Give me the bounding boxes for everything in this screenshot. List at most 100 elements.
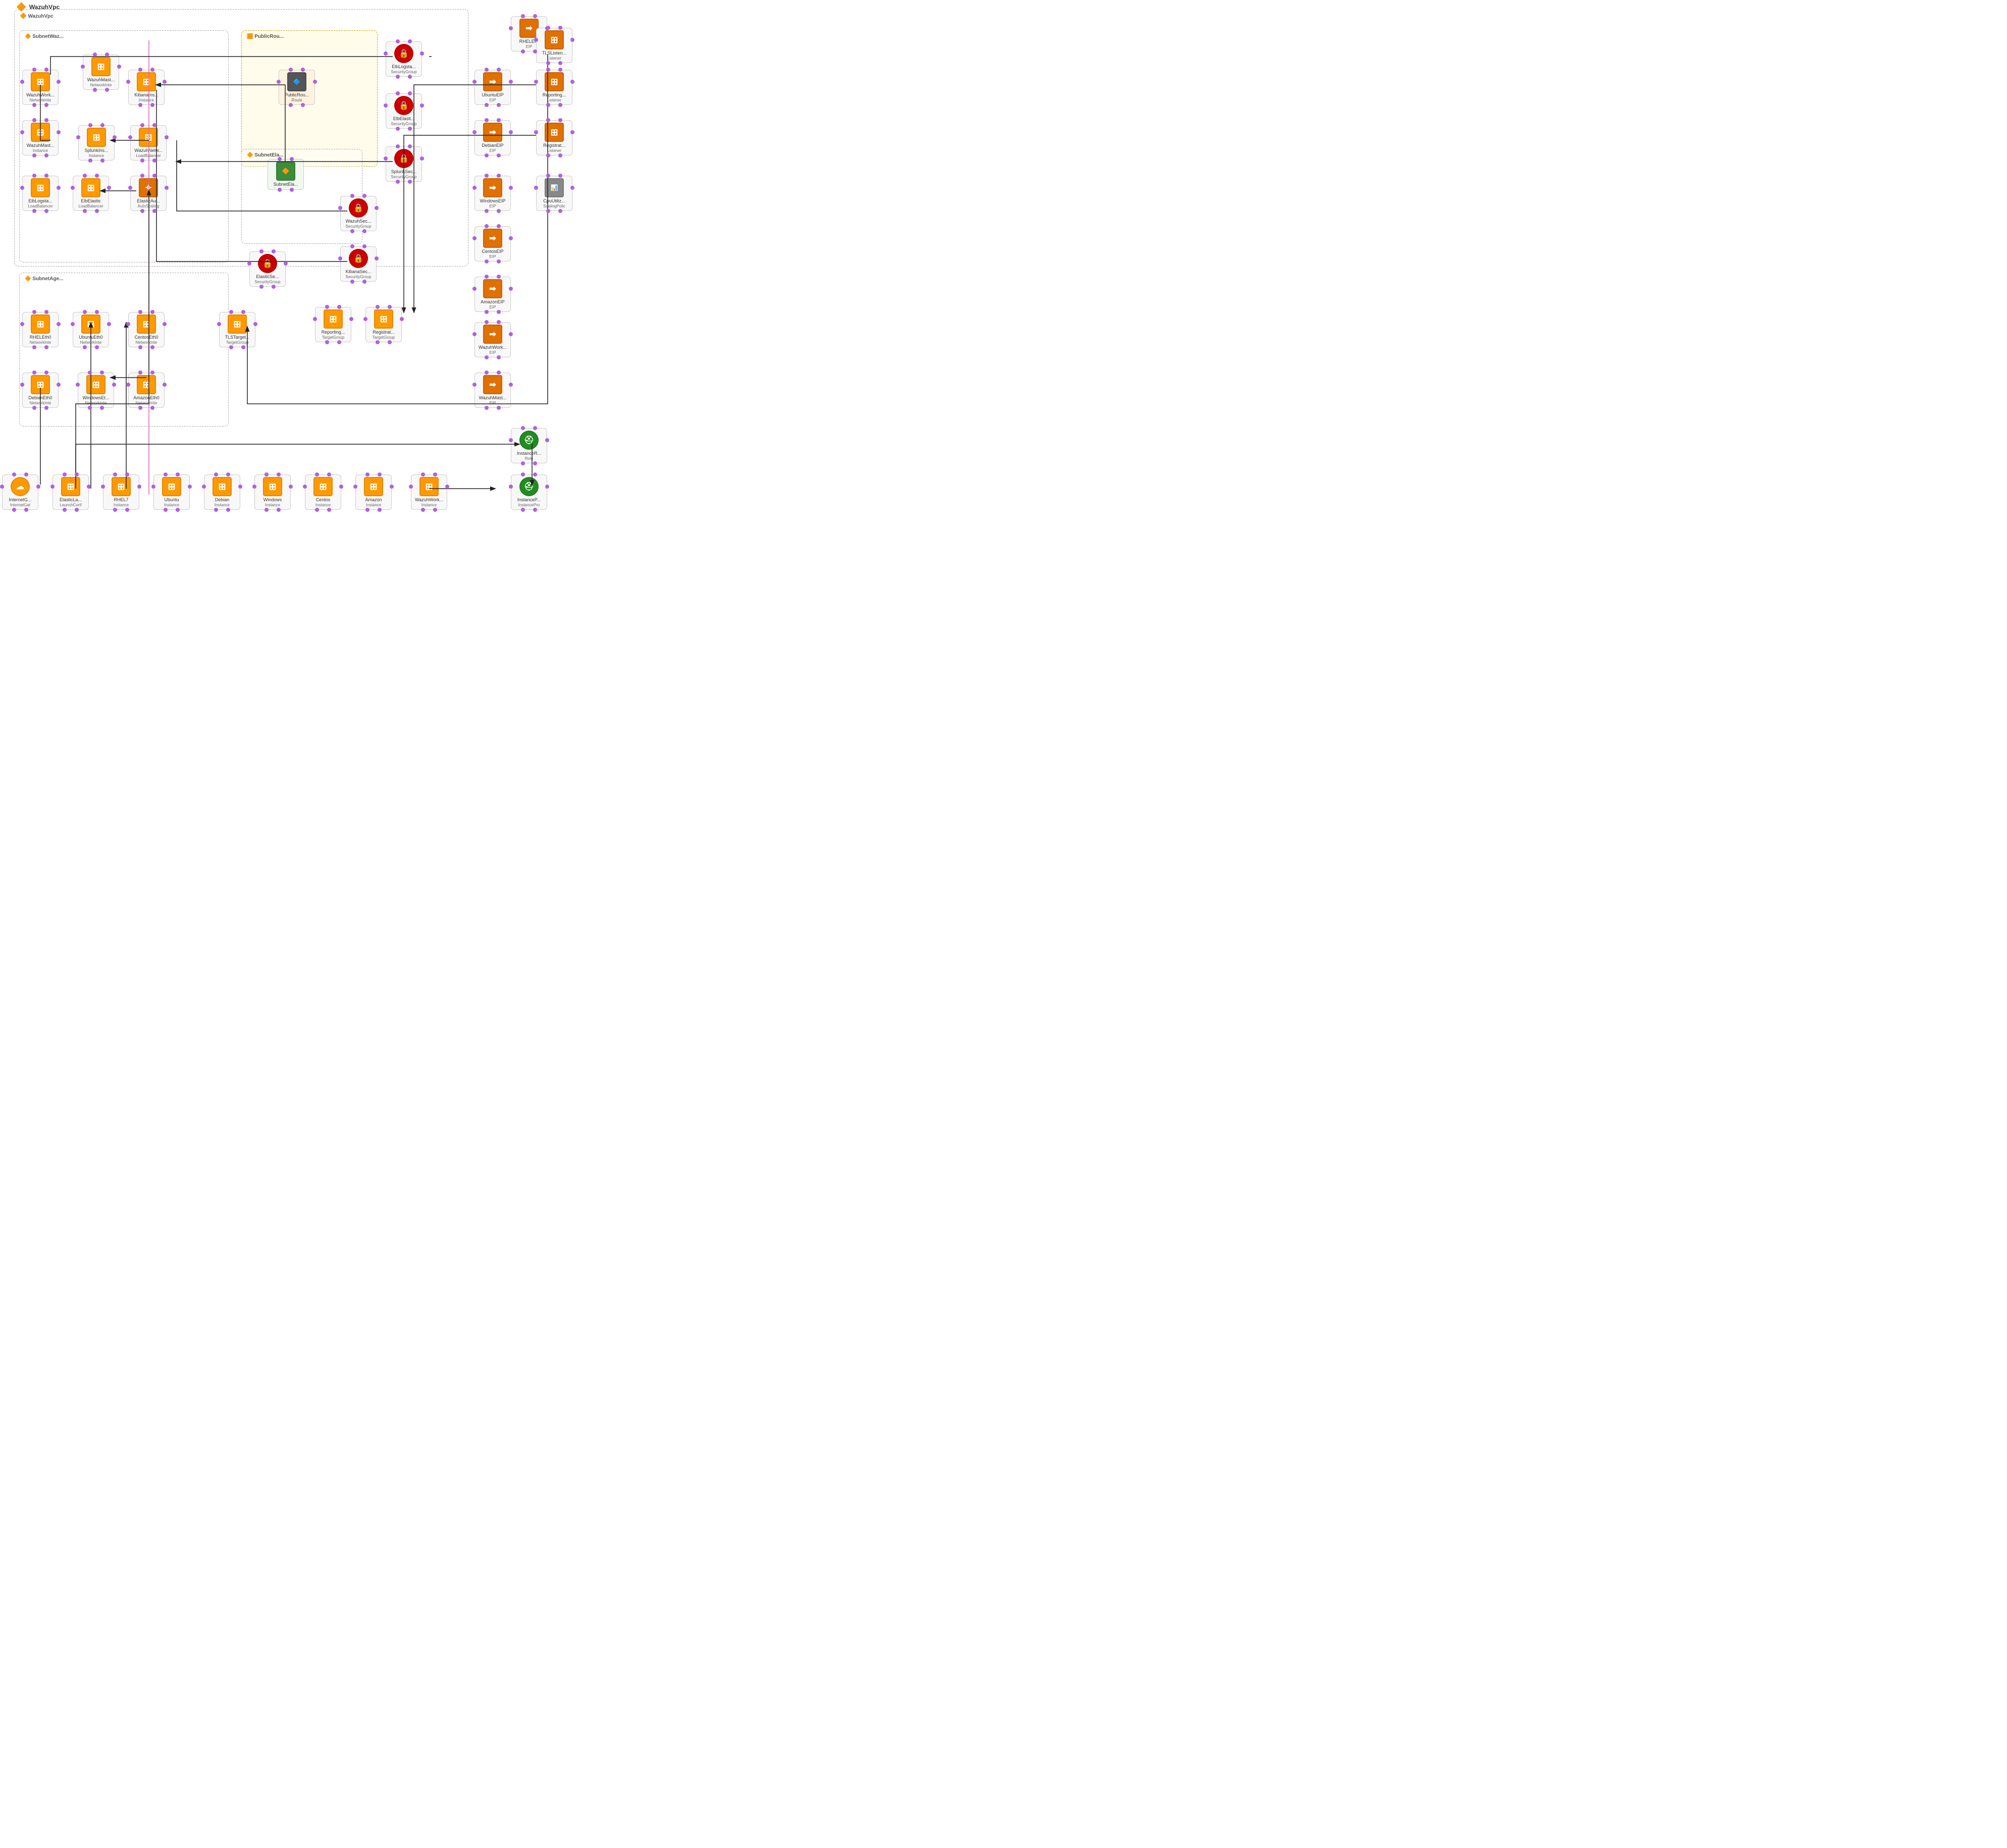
elblogstab-sublabel: LoadBalancer [28,204,52,208]
node-amazoneth0[interactable]: ⊞ AmazonEth0 NetworkInte [128,373,165,408]
node-debianeth0[interactable]: ⊞ DebianEth0 NetworkInte [22,373,59,408]
node-splunksec-sg[interactable]: 🔒 SplunkSec... SecurityGroup [386,146,422,182]
wazuhmast2-sublabel: Instance [33,148,48,153]
node-wazuhmasteip[interactable]: ➡ WazuhMast... EIP [474,373,511,408]
elbelastic-sublabel: LoadBalancer [78,204,103,208]
wazuhmast-ni-label: WazuhMast... [87,77,115,83]
node-instancep[interactable]: ⛑ InstanceP... InstancePro [511,474,547,510]
node-windowset[interactable]: ⊞ WindowsEt... NetworkInte [78,373,114,408]
node-reporting3[interactable]: ⊞ Reporting... TargetGroup [315,307,351,342]
node-kibanasec-sg[interactable]: 🔒 KibanaSec... SecurityGroup [340,246,377,282]
windowseip-label: WindowsEIP [480,198,505,204]
node-reporting2[interactable]: ⊞ Reporting... Listener [536,70,572,105]
node-debianeip[interactable]: ➡ DebianEIP EIP [474,120,511,155]
node-windowseip[interactable]: ➡ WindowsEIP EIP [474,176,511,211]
splunksec-sg-icon: 🔒 [394,149,413,168]
node-elblogsta-sg[interactable]: 🔒 ElbLogsta... SecurityGroup [386,41,422,77]
debian-label: Debian [215,497,230,503]
wazuhmast2-label: WazuhMast... [27,143,55,148]
amazoneth0-icon: ⊞ [137,375,156,394]
node-elasticla[interactable]: ⊞ ElasticLa... LaunchConf [52,474,89,510]
node-wazuhworkeip[interactable]: ➡ WazuhWork... EIP [474,322,511,357]
wazuhworkeip-icon: ➡ [483,325,502,344]
tlslisten-label: TLSListen... [542,50,566,56]
instancep-sublabel: InstancePro [518,503,540,507]
node-debian[interactable]: ⊞ Debian Instance [204,474,240,510]
ubuntueth0-label: UbuntuEth0 [79,335,103,340]
wazuhnetw-sublabel: LoadBalancer [136,153,161,158]
node-amazoneip[interactable]: ➡ AmazonEIP EIP [474,277,511,312]
kibana-ins-icon: ⊞ [137,72,156,91]
elblogsta-sg-sublabel: SecurityGroup [391,70,416,74]
elblogstab-label: ElbLogsta... [28,198,52,204]
node-subnetela[interactable]: 🔶 SubnetEla... [268,159,304,190]
node-wazuhmast2[interactable]: ⊞ WazuhMast... Instance [22,120,59,155]
splunkIns-sublabel: Instance [89,153,104,158]
node-registrat2[interactable]: ⊞ Registrat... Listener [536,120,572,155]
node-centoseth0[interactable]: ⊞ CentosEth0 NetworkInte [128,312,165,347]
node-wazuhwork-ni[interactable]: ⊞ WazuhWork... NetworkInte [22,70,59,105]
node-instancer[interactable]: ⛑ InstanceR... Role [511,428,547,463]
node-rhel7[interactable]: ⊞ RHEL7 Instance [103,474,139,510]
publicroute-icon: 🔷 [287,72,306,91]
node-windows[interactable]: ⊞ Windows Instance [254,474,291,510]
ubuntu-icon: ⊞ [162,477,181,496]
node-internetg[interactable]: ☁ InternetG... InternetGat [2,474,38,510]
internetg-label: InternetG... [9,497,31,503]
node-wazuhsec-sg[interactable]: 🔒 WazuhSec... SecurityGroup [340,196,377,231]
rheleth0-sublabel: NetworkInte [30,340,51,345]
wazuhsec-sg-sublabel: SecurityGroup [345,224,371,229]
windowseip-icon: ➡ [483,178,502,197]
node-amazon[interactable]: ⊞ Amazon Instance [355,474,392,510]
amazon-sublabel: Instance [366,503,381,507]
node-ubuntueip[interactable]: ➡ UbuntuEIP EIP [474,70,511,105]
node-tlslisten[interactable]: ⊞ TLSListen... Listener [536,28,572,63]
wazuhsec-sg-label: WazuhSec... [346,219,372,224]
registrat3-label: Registrat... [373,330,395,335]
node-tlstarget[interactable]: ⊞ TLSTarget... TargetGroup [219,312,255,347]
node-wazuhwork2[interactable]: ⊞ WazuhWork... Instance [411,474,447,510]
debianeth0-sublabel: NetworkInte [30,401,51,405]
centoseth0-sublabel: NetworkInte [136,340,157,345]
rhel7-label: RHEL7 [114,497,128,503]
cpuutiliz-sublabel: ScalingPolic [543,204,565,208]
debianeip-icon: ➡ [483,123,502,142]
node-ubuntueth0[interactable]: ⊞ UbuntuEth0 NetworkInte [73,312,109,347]
wazuhmasteip-sublabel: EIP [490,401,496,405]
elasticla-sublabel: LaunchConf [60,503,81,507]
subnet-pub-label: 🟧 PublicRou... [247,34,284,39]
node-cpuutiliz[interactable]: 📊 CpuUtiliz... ScalingPolic [536,176,572,211]
node-registrat3[interactable]: ⊞ Registrat... TargetGroup [365,307,402,342]
publicroute-sublabel: Route [291,98,302,102]
node-elasticau[interactable]: ✦ ElasticAu... AutoScaling [130,176,167,211]
cpuutiliz-label: CpuUtiliz... [543,198,565,204]
tlstarget-icon: ⊞ [228,314,247,334]
node-elbelastic[interactable]: ⊞ ElbElastic LoadBalancer [73,176,109,211]
node-kibana-ins[interactable]: ⊞ KibanaIns... Instance [128,70,165,105]
kibanasec-sg-sublabel: SecurityGroup [345,275,371,279]
wazuhmasteip-icon: ➡ [483,375,502,394]
node-elblogstab[interactable]: ⊞ ElbLogsta... LoadBalancer [22,176,59,211]
node-elasticse-sg[interactable]: 🔒 ElasticSe... SecurityGroup [249,251,286,287]
subnetela-icon: 🔶 [276,162,295,181]
reporting2-label: Reporting... [543,92,566,98]
node-splunkIns[interactable]: ⊞ SplunkIns... Instance [78,125,115,161]
node-elbelasti-sg[interactable]: 🔒 ElbElasti... SecurityGroup [386,93,422,129]
instancep-label: InstanceP... [517,497,541,503]
elbelasti-sg-label: ElbElasti... [393,116,415,122]
node-wazuhnetw[interactable]: ⊞ WazuhNetw... LoadBalancer [130,125,167,161]
wazuhwork2-icon: ⊞ [419,477,439,496]
node-rheleth0[interactable]: ⊞ RHELEth0 NetworkInte [22,312,59,347]
node-centoseip[interactable]: ➡ CentosEIP EIP [474,226,511,261]
reporting3-sublabel: TargetGroup [322,335,344,340]
node-wazuhmast-ni[interactable]: ⊞ WazuhMast... NetworkInte [83,55,119,90]
amazon-icon: ⊞ [364,477,383,496]
node-publicroute[interactable]: 🔷 PublicRou... Route [279,70,315,105]
amazon-label: Amazon [365,497,382,503]
node-ubuntu[interactable]: ⊞ Ubuntu Instance [153,474,190,510]
wazuhmast2-icon: ⊞ [31,123,50,142]
instancer-label: InstanceR... [517,451,541,456]
node-centos[interactable]: ⊞ Centos Instance [305,474,341,510]
splunksec-sg-sublabel: SecurityGroup [391,175,416,179]
windowset-sublabel: NetworkInte [85,401,107,405]
